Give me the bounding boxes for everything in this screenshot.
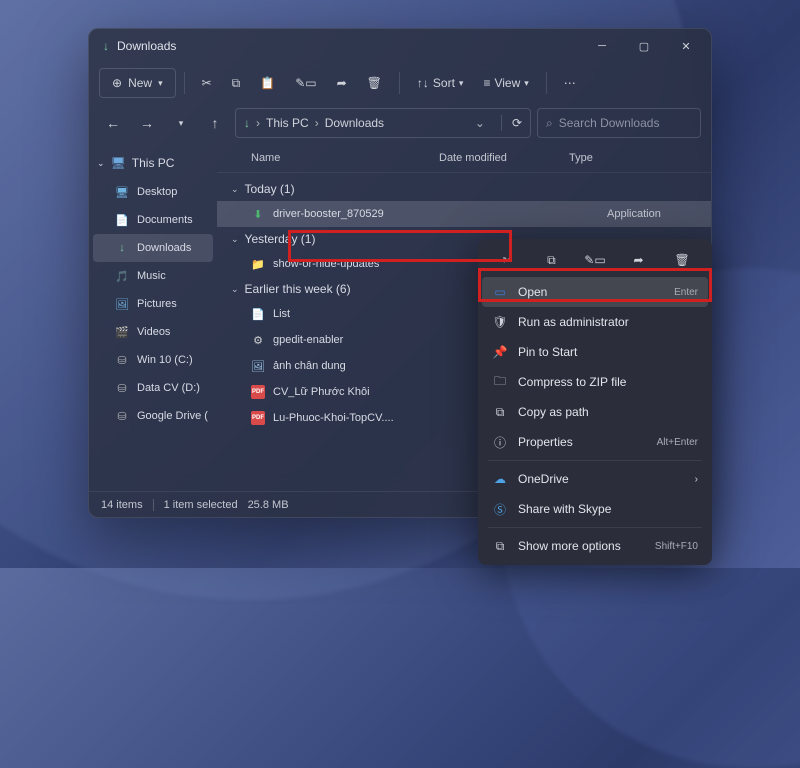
monitor-icon: 🖥 [111, 156, 126, 170]
more-button[interactable]: ⋯ [555, 68, 585, 98]
sidebar-head-this-pc[interactable]: ⌄ 🖥 This PC [93, 149, 213, 177]
status-items: 14 items [101, 499, 143, 511]
sidebar: ⌄ 🖥 This PC 🖥Desktop📄Documents↓Downloads… [89, 143, 217, 491]
sort-button[interactable]: ↑↓ Sort▾ [408, 68, 473, 98]
file-icon: 📁 [251, 257, 265, 271]
ctx-run-admin[interactable]: 🛡 Run as administrator [482, 307, 708, 337]
col-type[interactable]: Type [569, 152, 701, 164]
ctx-share-skype[interactable]: Ⓢ Share with Skype [482, 494, 708, 524]
ctx-delete-button[interactable]: 🗑 [667, 246, 697, 274]
group-header[interactable]: ⌄Today (1) [217, 177, 711, 201]
refresh-button[interactable]: ⟳ [512, 116, 522, 130]
context-menu: ✂ ⧉ ✎▭ ➦ 🗑 ▭ Open Enter 🛡 Run as adminis… [478, 239, 712, 565]
chevron-down-icon[interactable]: ⌄ [475, 116, 485, 130]
side-icon: 🖼 [115, 297, 129, 311]
col-name[interactable]: Name [251, 152, 439, 164]
sidebar-item-downloads[interactable]: ↓Downloads [93, 234, 213, 262]
titlebar: ↓ Downloads ─ ▢ ✕ [89, 29, 711, 63]
file-icon: 🖼 [251, 359, 265, 373]
ctx-pin-start[interactable]: 📌 Pin to Start [482, 337, 708, 367]
file-icon: 📄 [251, 307, 265, 321]
skype-icon: Ⓢ [492, 501, 508, 518]
share-button[interactable]: ➦ [328, 68, 356, 98]
window-title: Downloads [117, 39, 581, 53]
side-icon: ↓ [115, 241, 129, 255]
open-icon: ▭ [492, 285, 508, 299]
breadcrumb-root[interactable]: This PC [266, 116, 309, 130]
pdf-icon: PDF [251, 385, 265, 399]
side-icon: 📄 [115, 213, 129, 227]
sidebar-item-pictures[interactable]: 🖼Pictures [93, 290, 213, 318]
address-bar[interactable]: ↓ › This PC › Downloads ⌄ ⟳ [235, 108, 531, 138]
sidebar-item-win-10-c-[interactable]: ⛁Win 10 (C:) [93, 346, 213, 374]
properties-icon: ⓘ [492, 434, 508, 451]
ctx-share-button[interactable]: ➦ [624, 246, 654, 274]
new-button[interactable]: ⊕New▾ [99, 68, 176, 98]
delete-button[interactable]: 🗑 [358, 68, 391, 98]
ctx-cut-button[interactable]: ✂ [493, 246, 523, 274]
sidebar-item-documents[interactable]: 📄Documents [93, 206, 213, 234]
ctx-copy-button[interactable]: ⧉ [536, 246, 566, 274]
cut-button[interactable]: ✂ [193, 68, 221, 98]
sidebar-item-videos[interactable]: 🎬Videos [93, 318, 213, 346]
onedrive-icon: ☁ [492, 472, 508, 486]
zip-icon: 🗀 [492, 372, 508, 393]
side-icon: 🖥 [115, 185, 129, 199]
sidebar-item-data-cv-d-[interactable]: ⛁Data CV (D:) [93, 374, 213, 402]
ctx-properties[interactable]: ⓘ Properties Alt+Enter [482, 427, 708, 457]
status-size: 25.8 MB [248, 499, 289, 511]
minimize-button[interactable]: ─ [581, 31, 623, 61]
path-icon: ⧉ [492, 405, 508, 420]
navbar: ← → ▾ ↑ ↓ › This PC › Downloads ⌄ ⟳ ⌕ Se… [89, 103, 711, 143]
ctx-compress-zip[interactable]: 🗀 Compress to ZIP file [482, 367, 708, 397]
column-headers: Name Date modified Type [217, 143, 711, 173]
side-icon: 🎵 [115, 269, 129, 283]
sidebar-item-google-drive-[interactable]: ⛁Google Drive ( [93, 402, 213, 430]
ctx-open[interactable]: ▭ Open Enter [482, 277, 708, 307]
close-button[interactable]: ✕ [665, 31, 707, 61]
sidebar-item-music[interactable]: 🎵Music [93, 262, 213, 290]
ctx-rename-button[interactable]: ✎▭ [580, 246, 610, 274]
side-icon: 🎬 [115, 325, 129, 339]
downloads-icon: ↓ [244, 116, 250, 130]
view-button[interactable]: ≡ View▾ [474, 68, 537, 98]
side-icon: ⛁ [115, 381, 129, 395]
maximize-button[interactable]: ▢ [623, 31, 665, 61]
up-dir-button[interactable]: ↑ [201, 109, 229, 137]
up-button[interactable]: ▾ [167, 109, 195, 137]
toolbar: ⊕New▾ ✂ ⧉ 📋 ✎▭ ➦ 🗑 ↑↓ Sort▾ ≡ View▾ ⋯ [89, 63, 711, 103]
downloads-icon: ↓ [103, 39, 109, 53]
ctx-more-options[interactable]: ⧉ Show more options Shift+F10 [482, 531, 708, 561]
copy-button[interactable]: ⧉ [223, 68, 250, 98]
col-date[interactable]: Date modified [439, 152, 569, 164]
side-icon: ⛁ [115, 353, 129, 367]
ctx-onedrive[interactable]: ☁ OneDrive › [482, 464, 708, 494]
file-icon: ⚙ [251, 333, 265, 347]
status-selected: 1 item selected [164, 499, 238, 511]
back-button[interactable]: ← [99, 109, 127, 137]
pdf-icon: PDF [251, 411, 265, 425]
paste-button[interactable]: 📋 [251, 68, 284, 98]
more-icon: ⧉ [492, 539, 508, 554]
pin-icon: 📌 [492, 345, 508, 359]
forward-button[interactable]: → [133, 109, 161, 137]
file-icon: ⬇ [251, 207, 265, 221]
side-icon: ⛁ [115, 409, 129, 423]
breadcrumb-folder[interactable]: Downloads [325, 116, 384, 130]
file-row[interactable]: ⬇driver-booster_870529Application [217, 201, 711, 227]
ctx-copy-path[interactable]: ⧉ Copy as path [482, 397, 708, 427]
sidebar-item-desktop[interactable]: 🖥Desktop [93, 178, 213, 206]
shield-icon: 🛡 [492, 315, 508, 329]
search-input[interactable]: ⌕ Search Downloads [537, 108, 701, 138]
search-icon: ⌕ [546, 116, 553, 131]
rename-button[interactable]: ✎▭ [286, 68, 325, 98]
